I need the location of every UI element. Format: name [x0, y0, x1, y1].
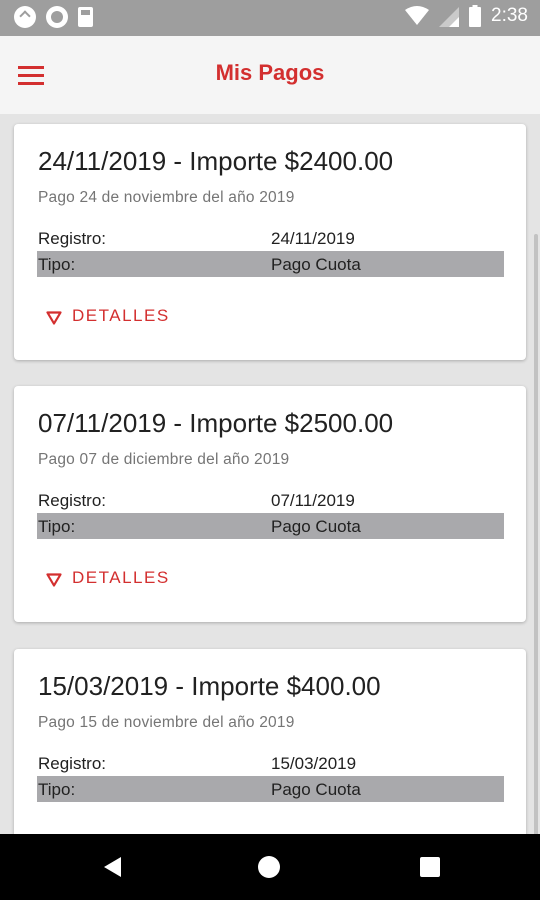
page-title: Mis Pagos — [215, 60, 325, 85]
back-icon[interactable] — [100, 854, 126, 880]
notification-icons — [14, 6, 93, 28]
triangle-down-icon — [46, 572, 62, 592]
recents-icon[interactable] — [417, 854, 443, 880]
tipo-value: Pago Cuota — [271, 517, 361, 536]
scrollbar[interactable] — [534, 234, 538, 834]
payment-subtitle: Pago 07 de diciembre del año 2019 — [38, 451, 290, 468]
signal-icon — [439, 7, 460, 27]
tipo-row: Tipo: Pago Cuota — [37, 513, 504, 539]
tipo-value: Pago Cuota — [271, 255, 361, 274]
registro-label: Registro: — [38, 491, 107, 510]
tipo-label: Tipo: — [38, 780, 76, 799]
payment-subtitle: Pago 15 de noviembre del año 2019 — [38, 714, 295, 731]
registro-label: Registro: — [38, 754, 107, 773]
app-notification-icon — [14, 6, 36, 28]
registro-label: Registro: — [38, 229, 107, 248]
app-bar: Mis Pagos — [0, 36, 540, 114]
status-time: 2:38 — [491, 5, 528, 26]
tipo-row: Tipo: Pago Cuota — [37, 251, 504, 277]
payment-title: 15/03/2019 - Importe $400.00 — [38, 671, 381, 701]
tipo-value: Pago Cuota — [271, 780, 361, 799]
payments-list[interactable]: 24/11/2019 - Importe $2400.00 Pago 24 de… — [0, 114, 540, 834]
circle-notification-icon — [46, 6, 68, 28]
tipo-label: Tipo: — [38, 255, 76, 274]
home-icon[interactable] — [256, 854, 282, 880]
payment-title: 07/11/2019 - Importe $2500.00 — [38, 408, 394, 438]
registro-row: Registro: 24/11/2019 — [37, 225, 504, 251]
registro-value: 07/11/2019 — [271, 491, 355, 510]
registro-row: Registro: 15/03/2019 — [37, 750, 504, 776]
battery-icon — [469, 5, 482, 27]
registro-value: 15/03/2019 — [271, 754, 357, 773]
payment-card: 24/11/2019 - Importe $2400.00 Pago 24 de… — [14, 124, 526, 360]
triangle-down-icon — [46, 310, 62, 330]
navigation-bar — [0, 834, 540, 900]
details-label: DETALLES — [72, 568, 170, 587]
registro-value: 24/11/2019 — [271, 229, 355, 248]
payment-card: 07/11/2019 - Importe $2500.00 Pago 07 de… — [14, 386, 526, 622]
tipo-row: Tipo: Pago Cuota — [37, 776, 504, 802]
status-bar: 2:38 — [0, 0, 540, 36]
payment-card: 15/03/2019 - Importe $400.00 Pago 15 de … — [14, 649, 526, 834]
wifi-icon — [405, 6, 430, 25]
system-icons: 2:38 — [405, 5, 528, 27]
payment-subtitle: Pago 24 de noviembre del año 2019 — [38, 189, 295, 206]
details-label: DETALLES — [72, 306, 170, 325]
details-button[interactable]: DETALLES — [44, 562, 194, 594]
registro-row: Registro: 07/11/2019 — [37, 487, 504, 513]
details-button[interactable]: DETALLES — [44, 300, 194, 332]
tipo-label: Tipo: — [38, 517, 76, 536]
payment-title: 24/11/2019 - Importe $2400.00 — [38, 146, 394, 176]
sd-card-icon — [78, 7, 93, 27]
